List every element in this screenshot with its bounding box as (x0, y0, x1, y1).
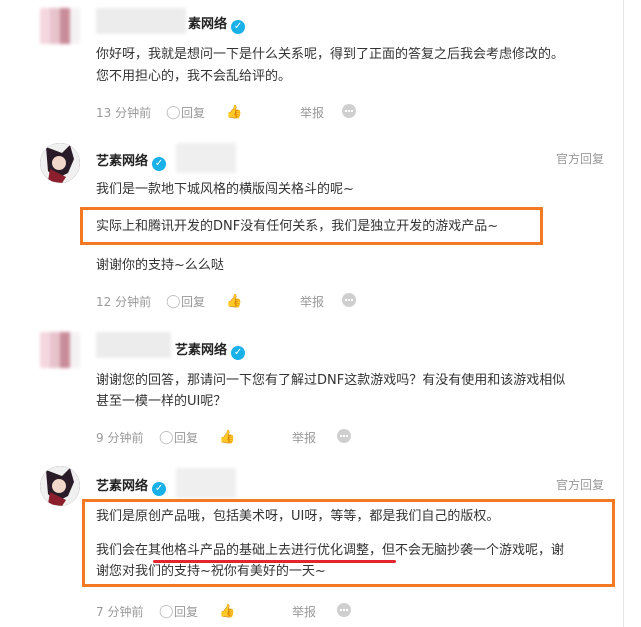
reply-button[interactable]: 回复 (174, 603, 198, 621)
comment-actions: 12 分钟前 ◯ 回复 👍 举报 (96, 293, 396, 311)
scrollbar-divider (623, 0, 624, 627)
reply-bubble-icon[interactable]: ◯ (159, 429, 174, 447)
reply-button[interactable]: 回复 (181, 104, 205, 122)
comment-text-line: 您不用担心的，我不会乱给评的。 (96, 69, 292, 84)
thumbs-up-icon[interactable]: 👍 (219, 603, 235, 621)
official-reply-badge: 官方回复 (556, 478, 605, 492)
comment-text-line: 我们是原创产品哦，包括美术呀，UI呀，等等，都是我们自己的版权。 (96, 509, 500, 524)
reply-bubble-icon[interactable]: ◯ (166, 293, 181, 311)
report-button[interactable]: 举报 (300, 104, 324, 122)
comment-text-line: 我们会在其他格斗产品的基础上去进行优化调整，但不会无脑抄袭一个游戏呢，谢 (96, 543, 565, 558)
comment-actions: 9 分钟前 ◯ 回复 👍 举报 (96, 429, 396, 447)
timestamp: 12 分钟前 (96, 295, 152, 309)
verified-check-icon: ✓ (231, 20, 246, 34)
reply-bubble-icon[interactable]: ◯ (166, 104, 181, 122)
reply-button[interactable]: 回复 (181, 293, 205, 311)
thumbs-up-icon[interactable]: 👍 (226, 293, 242, 311)
verified-check-icon: ✓ (231, 346, 246, 360)
thumbs-up-icon[interactable]: 👍 (219, 429, 235, 447)
comment-3: 艺素网络 ✓ 谢谢您的回答，那请问一下您有了解过DNF这款游戏吗？有没有使用和该游… (0, 320, 623, 460)
author-name[interactable]: 素网络 ✓ (188, 13, 246, 34)
author-name[interactable]: 艺素网络 ✓ (96, 150, 167, 171)
avatar[interactable] (40, 143, 80, 183)
more-dots-icon[interactable] (337, 603, 351, 617)
verified-check-icon: ✓ (152, 157, 167, 171)
reply-bubble-icon[interactable]: ◯ (159, 603, 174, 621)
author-name[interactable]: 艺素网络 ✓ (96, 475, 167, 496)
more-dots-icon[interactable] (337, 429, 351, 443)
official-reply-badge: 官方回复 (556, 152, 605, 166)
comment-text-line: 我们是一款地下城风格的横版闯关格斗的呢~ (96, 182, 354, 197)
comment-actions: 13 分钟前 ◯ 回复 👍 举报 (96, 104, 396, 122)
timestamp: 9 分钟前 (96, 431, 144, 445)
more-dots-icon[interactable] (342, 293, 356, 307)
report-button[interactable]: 举报 (300, 293, 324, 311)
username-blurred (96, 332, 171, 358)
reply-button[interactable]: 回复 (174, 429, 198, 447)
timestamp: 7 分钟前 (96, 605, 144, 619)
comment-4: 艺素网络 ✓ 官方回复 我们是原创产品哦，包括美术呀，UI呀，等等，都是我们自己的… (0, 460, 623, 627)
timestamp: 13 分钟前 (96, 106, 152, 120)
more-dots-icon[interactable] (342, 104, 356, 118)
comment-1: 素网络 ✓ 你好呀，我就是想问一下是什么关系呢，得到了正面的答复之后我会考虑修改的… (0, 0, 623, 135)
avatar[interactable] (40, 466, 80, 506)
username-blurred (176, 468, 236, 498)
username-blurred (176, 143, 236, 173)
verified-check-icon: ✓ (152, 482, 167, 496)
author-name[interactable]: 艺素网络 ✓ (175, 339, 246, 360)
comment-actions: 7 分钟前 ◯ 回复 👍 举报 (96, 603, 396, 621)
comment-2: 艺素网络 ✓ 官方回复 我们是一款地下城风格的横版闯关格斗的呢~ 实际上和腾讯开发… (0, 135, 623, 320)
comment-text-line: 甚至一模一样的UI呢？ (96, 394, 227, 409)
username-blurred (96, 8, 186, 34)
thumbs-up-icon[interactable]: 👍 (226, 104, 242, 122)
comment-text-line: 实际上和腾讯开发的DNF没有任何关系，我们是独立开发的游戏产品~ (96, 219, 499, 234)
user-avatar-blurred (40, 8, 80, 44)
comment-text-line: 谢您对我们的支持~祝你有美好的一天~ (96, 564, 326, 579)
comment-text-line: 谢谢您的回答，那请问一下您有了解过DNF这款游戏吗？有没有使用和该游戏相似 (96, 373, 566, 388)
comment-text-line: 你好呀，我就是想问一下是什么关系呢，得到了正面的答复之后我会考虑修改的。 (96, 47, 565, 62)
report-button[interactable]: 举报 (292, 603, 316, 621)
user-avatar-blurred (40, 332, 80, 368)
report-button[interactable]: 举报 (292, 429, 316, 447)
comment-text-line: 谢谢你的支持~么么哒 (96, 258, 224, 273)
